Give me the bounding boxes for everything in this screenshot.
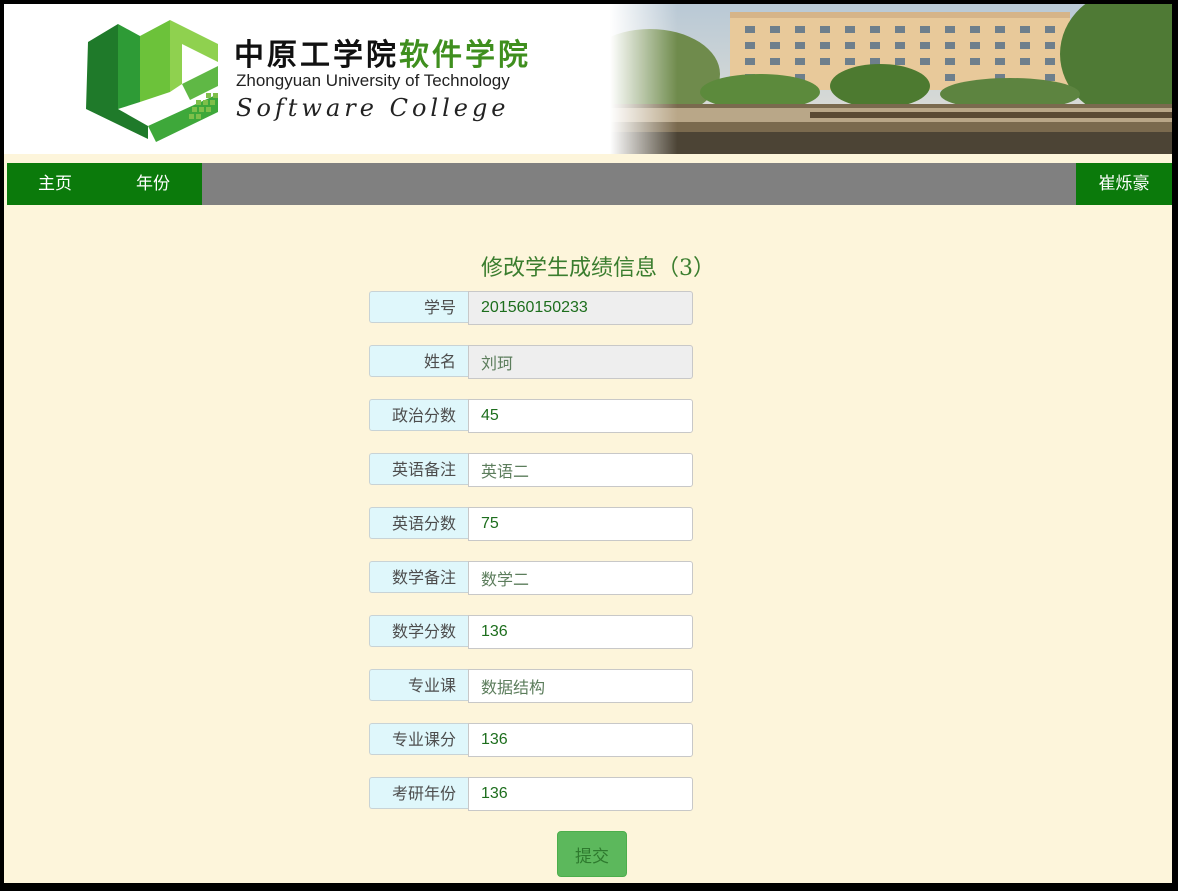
student-name-input[interactable] xyxy=(468,345,693,379)
header-banner: 中原工学院软件学院 Zhongyuan University of Techno… xyxy=(4,4,1172,154)
field-row-major-course: 专业课 xyxy=(369,669,695,703)
field-label: 专业课 xyxy=(369,669,468,701)
field-label: 姓名 xyxy=(369,345,468,377)
nav-year-link[interactable]: 年份 xyxy=(136,163,170,205)
field-label: 考研年份 xyxy=(369,777,468,809)
english-note-input[interactable] xyxy=(468,453,693,487)
field-row-politics-score: 政治分数 xyxy=(369,399,695,433)
score-edit-form: 学号 姓名 政治分数 英语备注 英语分数 数学备注 数学分数 专业课 xyxy=(369,291,695,831)
nav-left-group: 主页 年份 xyxy=(7,163,202,205)
exam-year-input[interactable] xyxy=(468,777,693,811)
major-course-input[interactable] xyxy=(468,669,693,703)
field-row-math-note: 数学备注 xyxy=(369,561,695,595)
submit-button[interactable]: 提交 xyxy=(557,831,627,877)
page-frame: 中原工学院软件学院 Zhongyuan University of Techno… xyxy=(4,4,1172,883)
field-label: 英语备注 xyxy=(369,453,468,485)
field-label: 数学备注 xyxy=(369,561,468,593)
field-row-major-score: 专业课分 xyxy=(369,723,695,757)
banner-chinese-title: 中原工学院软件学院 xyxy=(234,38,531,73)
field-row-english-note: 英语备注 xyxy=(369,453,695,487)
field-label: 数学分数 xyxy=(369,615,468,647)
college-logo xyxy=(86,20,218,142)
banner-university-name: Zhongyuan University of Technology xyxy=(236,71,510,90)
field-row-english-score: 英语分数 xyxy=(369,507,695,541)
field-label: 政治分数 xyxy=(369,399,468,431)
campus-photo xyxy=(610,4,1172,154)
field-row-student-id: 学号 xyxy=(369,291,695,325)
field-row-exam-year: 考研年份 xyxy=(369,777,695,811)
nav-user-name[interactable]: 崔烁豪 xyxy=(1076,163,1172,205)
english-score-input[interactable] xyxy=(468,507,693,541)
field-label: 学号 xyxy=(369,291,468,323)
banner-college-name: Software College xyxy=(236,94,510,122)
math-note-input[interactable] xyxy=(468,561,693,595)
page-title: 修改学生成绩信息（3） xyxy=(481,256,715,281)
top-navbar: 主页 年份 崔烁豪 xyxy=(7,163,1172,205)
field-label: 英语分数 xyxy=(369,507,468,539)
field-label: 专业课分 xyxy=(369,723,468,755)
student-id-input[interactable] xyxy=(468,291,693,325)
politics-score-input[interactable] xyxy=(468,399,693,433)
math-score-input[interactable] xyxy=(468,615,693,649)
major-score-input[interactable] xyxy=(468,723,693,757)
field-row-name: 姓名 xyxy=(369,345,695,379)
nav-home-link[interactable]: 主页 xyxy=(38,163,72,205)
field-row-math-score: 数学分数 xyxy=(369,615,695,649)
